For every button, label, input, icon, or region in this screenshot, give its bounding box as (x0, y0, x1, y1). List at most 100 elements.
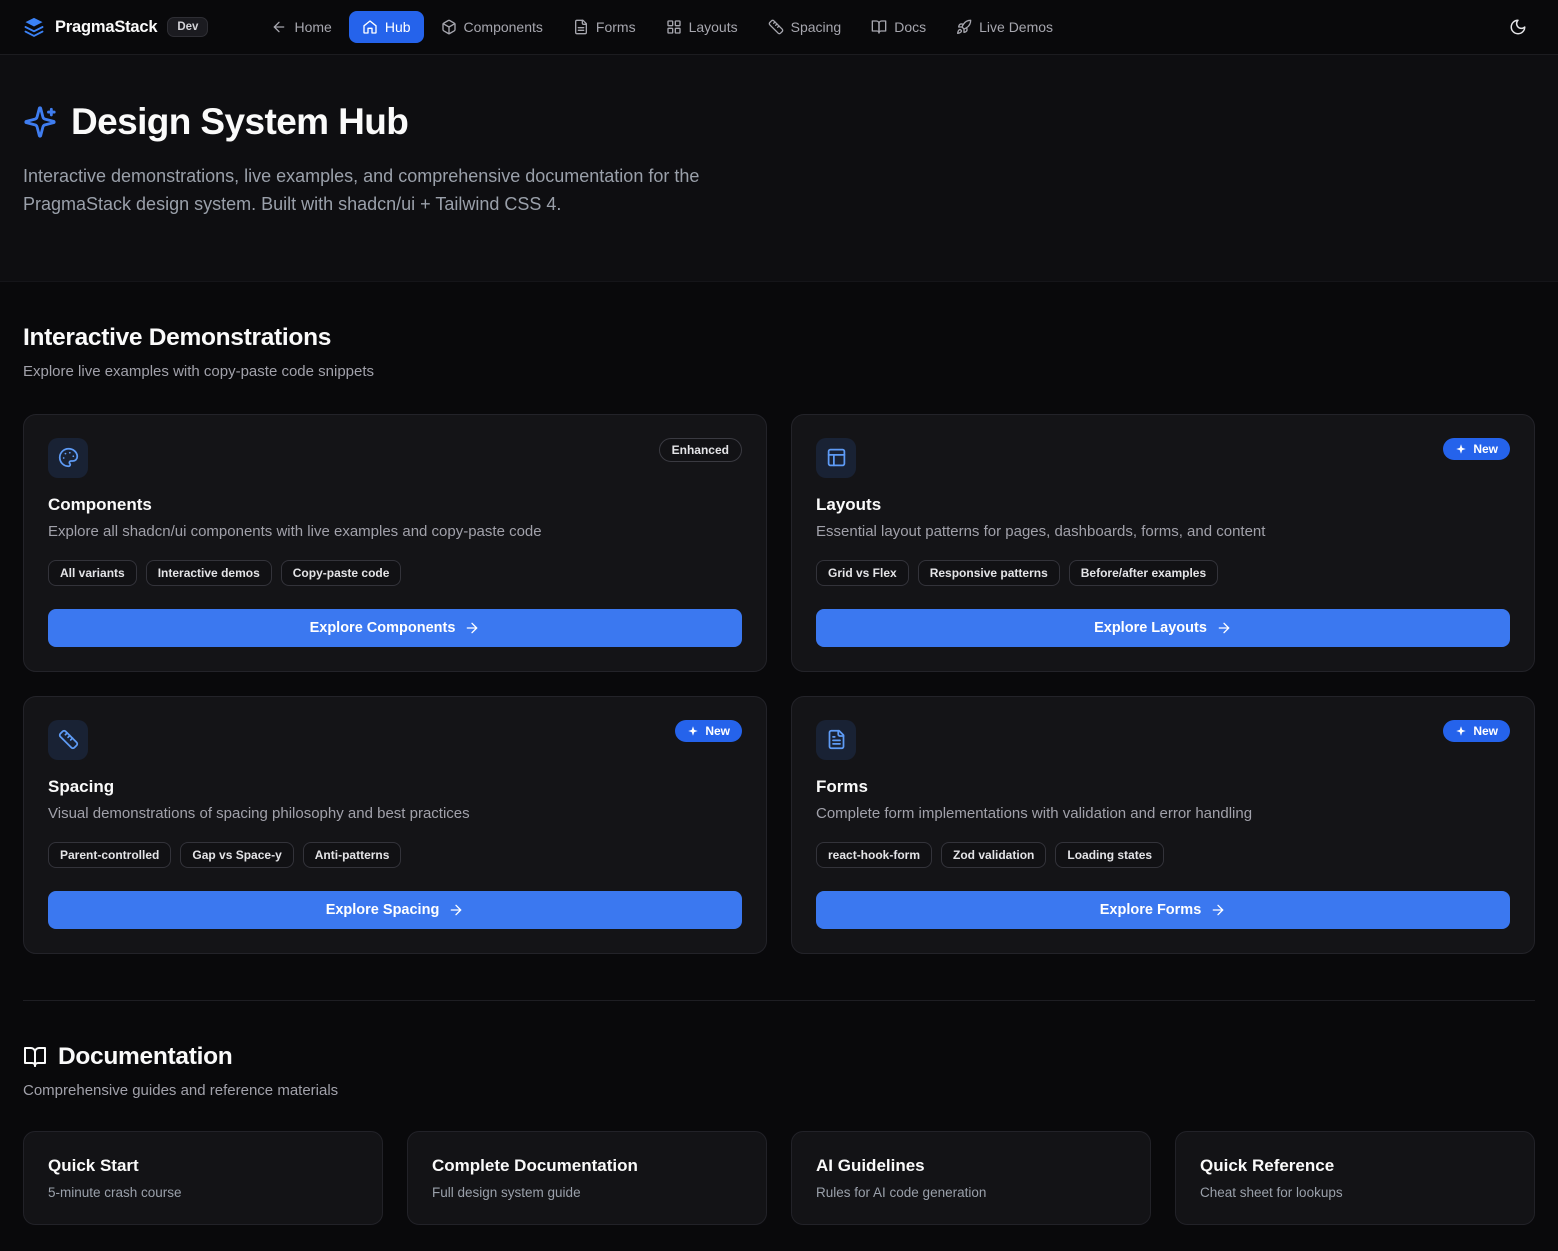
card-title: Layouts (816, 495, 1510, 515)
tag: Zod validation (941, 842, 1046, 868)
box-icon (441, 19, 457, 35)
nav-item-spacing[interactable]: Spacing (755, 11, 855, 43)
nav-item-forms[interactable]: Forms (560, 11, 649, 43)
docs-subheading: Comprehensive guides and reference mater… (23, 1082, 1535, 1099)
doc-card-title: Quick Reference (1200, 1156, 1510, 1176)
card-description: Visual demonstrations of spacing philoso… (48, 805, 742, 822)
doc-card-quick-start[interactable]: Quick Start 5-minute crash course (23, 1131, 383, 1225)
doc-card-ai-guidelines[interactable]: AI Guidelines Rules for AI code generati… (791, 1131, 1151, 1225)
book-open-icon (23, 1045, 47, 1069)
theme-toggle-button[interactable] (1501, 10, 1535, 44)
badge-label: New (1473, 442, 1498, 456)
docs-heading-label: Documentation (58, 1043, 232, 1071)
grid-icon (666, 19, 682, 35)
layers-logo-icon (23, 16, 45, 38)
dev-badge: Dev (167, 17, 208, 37)
sparkles-icon (23, 105, 57, 139)
tag: Before/after examples (1069, 560, 1218, 586)
arrow-right-icon (464, 620, 480, 636)
page-subtitle: Interactive demonstrations, live example… (23, 163, 771, 219)
demos-heading: Interactive Demonstrations (23, 324, 1535, 352)
card-description: Explore all shadcn/ui components with li… (48, 523, 742, 540)
tag: Interactive demos (146, 560, 272, 586)
demo-card-components: Enhanced Components Explore all shadcn/u… (23, 414, 767, 672)
card-description: Essential layout patterns for pages, das… (816, 523, 1510, 540)
doc-card-title: Complete Documentation (432, 1156, 742, 1176)
tag: Loading states (1055, 842, 1164, 868)
explore-forms-button[interactable]: Explore Forms (816, 891, 1510, 929)
cta-label: Explore Forms (1100, 902, 1202, 918)
card-title: Spacing (48, 777, 742, 797)
palette-icon (48, 438, 88, 478)
tag-row: react-hook-form Zod validation Loading s… (816, 842, 1510, 868)
nav-item-hub[interactable]: Hub (349, 11, 424, 43)
nav-label: Home (294, 19, 331, 35)
nav-label: Components (464, 19, 543, 35)
arrow-right-icon (1216, 620, 1232, 636)
card-description: Complete form implementations with valid… (816, 805, 1510, 822)
demo-card-forms: New Forms Complete form implementations … (791, 696, 1535, 954)
rocket-icon (956, 19, 972, 35)
ruler-icon (48, 720, 88, 760)
brand[interactable]: PragmaStack Dev (23, 16, 208, 38)
main-nav: Home Hub Components Forms Layouts (258, 11, 1066, 43)
top-navbar: PragmaStack Dev Home Hub Components Fo (0, 0, 1558, 55)
doc-card-quick-reference[interactable]: Quick Reference Cheat sheet for lookups (1175, 1131, 1535, 1225)
nav-label: Spacing (791, 19, 842, 35)
doc-card-subtitle: Full design system guide (432, 1185, 742, 1200)
tag: Anti-patterns (303, 842, 402, 868)
enhanced-badge: Enhanced (659, 438, 742, 462)
doc-card-grid: Quick Start 5-minute crash course Comple… (23, 1131, 1535, 1225)
brand-name: PragmaStack (55, 18, 157, 37)
doc-card-title: AI Guidelines (816, 1156, 1126, 1176)
nav-label: Docs (894, 19, 926, 35)
tag-row: Parent-controlled Gap vs Space-y Anti-pa… (48, 842, 742, 868)
doc-card-subtitle: 5-minute crash course (48, 1185, 358, 1200)
demo-card-spacing: New Spacing Visual demonstrations of spa… (23, 696, 767, 954)
badge-label: New (1473, 724, 1498, 738)
nav-label: Forms (596, 19, 636, 35)
cta-label: Explore Components (310, 620, 456, 636)
new-badge: New (675, 720, 742, 742)
arrow-left-icon (271, 19, 287, 35)
tag: Gap vs Space-y (180, 842, 293, 868)
explore-spacing-button[interactable]: Explore Spacing (48, 891, 742, 929)
tag: Parent-controlled (48, 842, 171, 868)
hero-section: Design System Hub Interactive demonstrat… (0, 55, 1558, 282)
tag-row: Grid vs Flex Responsive patterns Before/… (816, 560, 1510, 586)
moon-icon (1509, 18, 1527, 36)
nav-item-docs[interactable]: Docs (858, 11, 939, 43)
nav-item-live-demos[interactable]: Live Demos (943, 11, 1066, 43)
docs-heading: Documentation (23, 1043, 1535, 1071)
cta-label: Explore Spacing (326, 902, 440, 918)
badge-label: New (705, 724, 730, 738)
doc-card-complete-documentation[interactable]: Complete Documentation Full design syste… (407, 1131, 767, 1225)
file-text-icon (816, 720, 856, 760)
explore-layouts-button[interactable]: Explore Layouts (816, 609, 1510, 647)
layout-panel-icon (816, 438, 856, 478)
sparkle-icon (1455, 443, 1467, 455)
demo-card-layouts: New Layouts Essential layout patterns fo… (791, 414, 1535, 672)
sparkle-icon (687, 725, 699, 737)
tag: react-hook-form (816, 842, 932, 868)
new-badge: New (1443, 438, 1510, 460)
nav-item-layouts[interactable]: Layouts (653, 11, 751, 43)
nav-label: Live Demos (979, 19, 1053, 35)
nav-item-components[interactable]: Components (428, 11, 556, 43)
new-badge: New (1443, 720, 1510, 742)
nav-label: Hub (385, 19, 411, 35)
explore-components-button[interactable]: Explore Components (48, 609, 742, 647)
arrow-right-icon (448, 902, 464, 918)
section-divider (23, 1000, 1535, 1001)
sparkle-icon (1455, 725, 1467, 737)
tag: Copy-paste code (281, 560, 402, 586)
book-open-icon (871, 19, 887, 35)
doc-card-title: Quick Start (48, 1156, 358, 1176)
doc-card-subtitle: Cheat sheet for lookups (1200, 1185, 1510, 1200)
page-title: Design System Hub (71, 101, 408, 143)
house-icon (362, 19, 378, 35)
nav-item-home[interactable]: Home (258, 11, 344, 43)
ruler-icon (768, 19, 784, 35)
doc-card-subtitle: Rules for AI code generation (816, 1185, 1126, 1200)
tag: All variants (48, 560, 137, 586)
